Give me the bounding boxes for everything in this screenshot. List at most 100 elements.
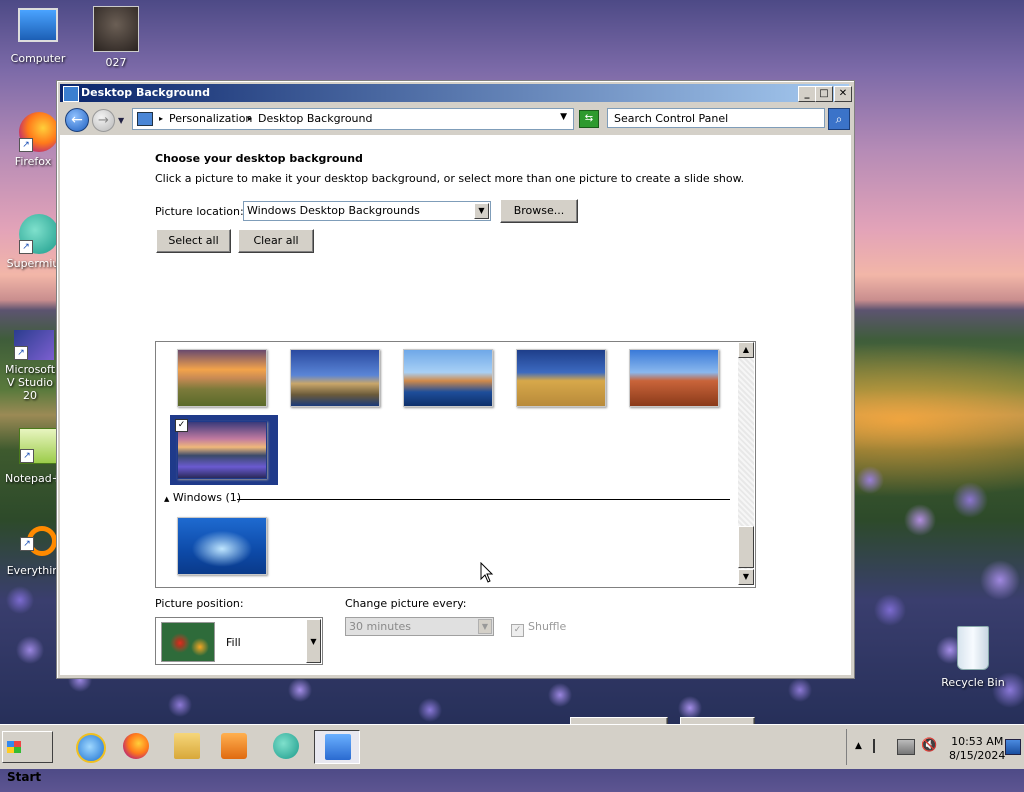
forward-button[interactable]: → bbox=[92, 109, 115, 132]
content-pane: Choose your desktop background Click a p… bbox=[60, 135, 851, 741]
picture-gallery: ✓ ▲ Windows (1) ▲ ▼ bbox=[155, 341, 756, 588]
picture-position-value: Fill bbox=[226, 636, 241, 649]
desktop-icon-everything[interactable]: ↗ Everythin bbox=[3, 526, 63, 577]
taskbar-explorer[interactable] bbox=[166, 730, 206, 764]
wallpaper-thumb-windows7[interactable] bbox=[177, 517, 267, 575]
desktop-icon-supermium[interactable]: ↗ Supermiu bbox=[3, 214, 63, 270]
windows-logo-icon bbox=[7, 741, 21, 753]
desktop-icon-visual-studio[interactable]: ↗ Microsoft V Studio 20 bbox=[0, 330, 60, 402]
desktop-icon-label: Everythin bbox=[6, 564, 60, 577]
desktop-icon-label: Notepad+ bbox=[5, 472, 61, 485]
computer-icon bbox=[18, 8, 58, 42]
title-bar[interactable]: Desktop Background _ □ ✕ bbox=[60, 84, 852, 102]
desktop-icon-label: Recycle Bin bbox=[941, 676, 1005, 689]
select-all-button[interactable]: Select all bbox=[156, 229, 231, 253]
navigation-bar: ← → ▼ ▸ Personalization ▸ Desktop Backgr… bbox=[60, 104, 850, 134]
chevron-down-icon[interactable]: ▼ bbox=[474, 203, 489, 219]
group-divider bbox=[237, 499, 730, 500]
volume-muted-icon[interactable]: 🔇 bbox=[921, 738, 937, 753]
address-dropdown-icon[interactable]: ▼ bbox=[560, 112, 567, 122]
refresh-icon[interactable]: ⇆ bbox=[579, 110, 599, 128]
desktop-icon-notepadpp[interactable]: ↗ Notepad+ bbox=[3, 428, 63, 485]
breadcrumb-desktop-background[interactable]: Desktop Background bbox=[258, 112, 373, 125]
show-hidden-icons-icon[interactable]: ▲ bbox=[855, 741, 862, 751]
supermium-icon bbox=[273, 733, 299, 759]
wallpaper-thumb-hay-bale[interactable] bbox=[516, 349, 606, 407]
picture-position-select[interactable]: Fill ▼ bbox=[155, 617, 323, 665]
selected-checkbox[interactable]: ✓ bbox=[175, 419, 188, 432]
shortcut-arrow-icon: ↗ bbox=[19, 240, 33, 254]
address-bar[interactable]: ▸ Personalization ▸ Desktop Background ▼ bbox=[132, 108, 574, 130]
taskbar-firefox[interactable] bbox=[115, 730, 155, 764]
back-button[interactable]: ← bbox=[65, 108, 89, 132]
breadcrumb-personalization[interactable]: Personalization bbox=[169, 112, 252, 125]
recent-pages-dropdown[interactable]: ▼ bbox=[118, 116, 124, 125]
shortcut-arrow-icon: ↗ bbox=[20, 537, 34, 551]
desktop-icon-027[interactable]: 027 bbox=[81, 6, 151, 69]
picture-location-value: Windows Desktop Backgrounds bbox=[247, 204, 420, 217]
page-heading: Choose your desktop background bbox=[155, 152, 363, 165]
change-interval-select: 30 minutes ▼ bbox=[345, 617, 494, 636]
picture-location-label: Picture location: bbox=[155, 205, 244, 218]
fill-preview-icon bbox=[161, 622, 215, 662]
clock-date: 8/15/2024 bbox=[949, 749, 1006, 762]
taskbar-internet-explorer[interactable] bbox=[68, 730, 108, 764]
search-input[interactable]: Search Control Panel bbox=[607, 108, 825, 128]
picture-position-label: Picture position: bbox=[155, 597, 244, 610]
clock[interactable]: 10:53 AM 8/15/2024 bbox=[949, 735, 1005, 763]
desktop-icon-label: Supermiu bbox=[6, 257, 60, 270]
maximize-button[interactable]: □ bbox=[815, 86, 833, 102]
media-player-icon bbox=[221, 733, 247, 759]
chevron-down-icon: ▼ bbox=[478, 619, 492, 634]
scroll-up-icon[interactable]: ▲ bbox=[738, 342, 754, 358]
desktop-icon-firefox[interactable]: ↗ Firefox bbox=[3, 112, 63, 168]
action-center-flag-icon[interactable] bbox=[873, 739, 889, 753]
clear-all-button[interactable]: Clear all bbox=[238, 229, 314, 253]
picture-location-select[interactable]: Windows Desktop Backgrounds ▼ bbox=[243, 201, 491, 221]
desktop-icon-computer[interactable]: Computer bbox=[3, 8, 73, 65]
desktop-icon-label: Firefox bbox=[14, 155, 52, 168]
breadcrumb-arrow-icon[interactable]: ▸ bbox=[159, 114, 163, 123]
taskbar-control-panel-active[interactable] bbox=[314, 730, 360, 764]
collapse-arrow-icon[interactable]: ▲ bbox=[164, 495, 169, 503]
chevron-down-icon[interactable]: ▼ bbox=[306, 619, 321, 663]
internet-explorer-icon bbox=[76, 733, 106, 763]
scrollbar-thumb[interactable] bbox=[738, 526, 754, 568]
desktop-icon-label: Computer bbox=[10, 52, 66, 65]
shortcut-arrow-icon: ↗ bbox=[20, 449, 34, 463]
breadcrumb-arrow-icon[interactable]: ▸ bbox=[248, 114, 252, 123]
folder-icon bbox=[174, 733, 200, 759]
change-picture-label: Change picture every: bbox=[345, 597, 467, 610]
wallpaper-thumb-lighthouse[interactable] bbox=[290, 349, 380, 407]
taskbar-supermium[interactable] bbox=[265, 730, 305, 764]
page-description: Click a picture to make it your desktop … bbox=[155, 172, 745, 185]
system-tray: ▲ 🔇 10:53 AM 8/15/2024 bbox=[846, 729, 1024, 765]
wallpaper-thumb-purple-flowers[interactable] bbox=[177, 421, 267, 479]
network-icon[interactable] bbox=[897, 739, 915, 755]
search-icon[interactable]: ⌕ bbox=[828, 108, 850, 130]
taskbar: Start ▲ 🔇 10:53 AM 8/15/2024 bbox=[0, 724, 1024, 784]
everything-icon: ↗ bbox=[20, 526, 57, 556]
wallpaper-thumb-rock-lake[interactable] bbox=[403, 349, 493, 407]
wallpaper-thumb-delicate-arch[interactable] bbox=[629, 349, 719, 407]
show-desktop-icon[interactable] bbox=[1005, 739, 1021, 755]
shortcut-arrow-icon: ↗ bbox=[19, 138, 33, 152]
start-button[interactable]: Start bbox=[2, 731, 53, 784]
gallery-scrollbar[interactable]: ▲ ▼ bbox=[738, 342, 754, 585]
taskbar-media-player[interactable] bbox=[213, 730, 253, 764]
wallpaper-thumb-sunset-field[interactable] bbox=[177, 349, 267, 407]
desktop-icon-recycle-bin[interactable]: Recycle Bin bbox=[938, 626, 1008, 689]
browse-button[interactable]: Browse... bbox=[500, 199, 578, 223]
desktop-icon-label: Microsoft V Studio 20 bbox=[4, 363, 56, 402]
group-label: Windows (1) bbox=[172, 491, 242, 504]
shuffle-checkbox: ✓ Shuffle bbox=[511, 620, 566, 637]
group-header-windows[interactable]: ▲ Windows (1) bbox=[164, 491, 241, 504]
minimize-button[interactable]: _ bbox=[798, 86, 816, 102]
recycle-bin-icon bbox=[957, 626, 989, 670]
scroll-down-icon[interactable]: ▼ bbox=[738, 569, 754, 585]
control-panel-icon bbox=[63, 86, 79, 102]
start-label: Start bbox=[7, 770, 42, 784]
firefox-icon: ↗ bbox=[19, 112, 59, 152]
notepadpp-icon: ↗ bbox=[19, 428, 57, 464]
close-button[interactable]: ✕ bbox=[834, 86, 852, 102]
